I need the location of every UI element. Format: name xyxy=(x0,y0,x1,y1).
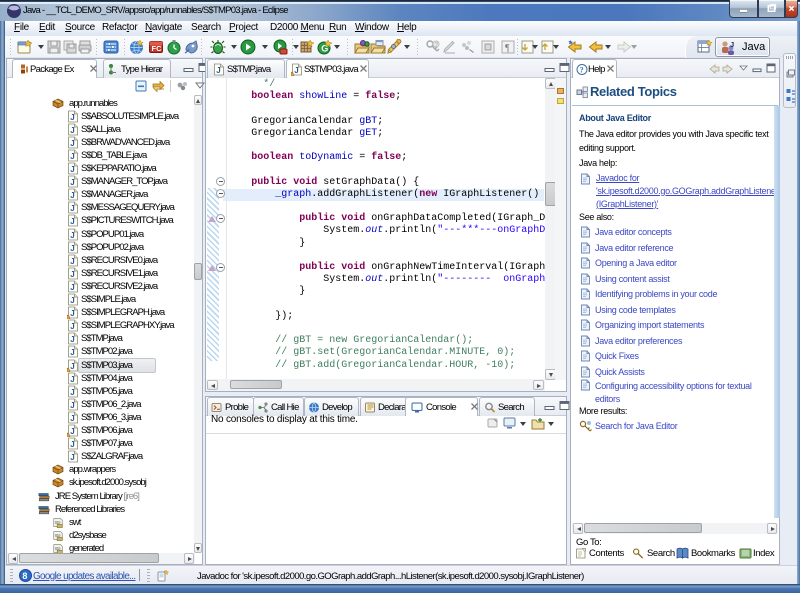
svg-text:8: 8 xyxy=(22,571,27,581)
svg-text:?: ? xyxy=(580,66,584,75)
svg-text:FC: FC xyxy=(152,44,163,53)
svg-text:¶: ¶ xyxy=(505,43,510,54)
svg-text:J: J xyxy=(730,40,734,49)
